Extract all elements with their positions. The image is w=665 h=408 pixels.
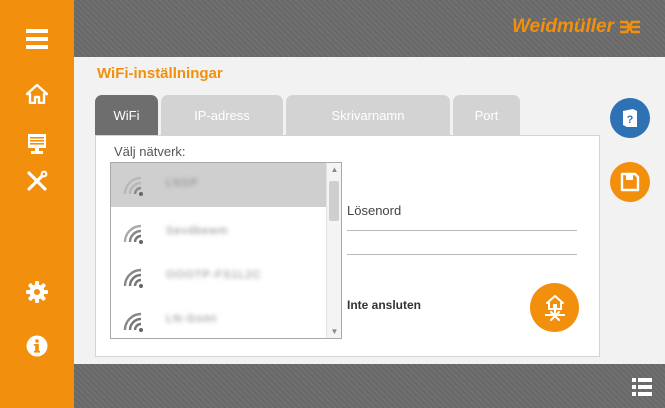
list-menu-icon[interactable] [632,378,652,396]
scrollbar-thumb[interactable] [329,181,339,221]
menu-button[interactable] [0,19,74,59]
password-input[interactable] [347,232,577,253]
network-ssid: Sevdbewm [166,225,229,237]
network-item[interactable]: LNSP [111,163,327,207]
info-button[interactable] [0,326,74,366]
tools-icon [27,170,48,191]
help-manual-icon: ? [623,109,637,127]
settings-gear-icon [26,281,48,303]
svg-text:?: ? [627,114,634,126]
wifi-signal-icon [123,224,143,244]
printer-display-icon [28,134,46,154]
network-list-scrollbar[interactable]: ▲ ▼ [326,163,341,338]
save-button[interactable] [610,162,650,202]
wifi-signal-icon [123,176,143,196]
wifi-signal-icon [123,312,143,332]
tab-port[interactable]: Port [453,95,520,135]
settings-button[interactable] [0,272,74,312]
home-button[interactable] [0,74,74,114]
connection-status: Inte ansluten [347,298,422,312]
bottom-bar [74,364,665,408]
network-connect-icon [544,294,565,321]
tools-button[interactable] [0,161,74,201]
sidebar [0,0,74,408]
network-item[interactable]: LN-Gsmt [111,299,327,338]
network-list-label: Välj nätverk: [114,144,186,159]
scroll-up-arrow-icon[interactable]: ▲ [327,165,341,174]
password-label: Lösenord [347,203,402,218]
page-title: WiFi-inställningar [97,65,223,82]
menu-icon [26,29,48,49]
info-icon [26,335,48,357]
printer-display-button[interactable] [0,124,74,164]
save-disk-icon [620,172,640,192]
network-ssid: OOOTP-FS1L2C [166,269,262,281]
network-item[interactable]: Sevdbewm [111,211,327,255]
network-ssid: LN-Gsmt [166,313,217,325]
help-button[interactable]: ? [610,98,650,138]
network-list[interactable]: LNSP Sevdbewm OOOTP-FS1L2C LN-Gsmt ▲ ▼ [110,162,342,339]
network-ssid: LNSP [166,177,199,189]
scroll-down-arrow-icon[interactable]: ▼ [327,327,341,336]
brand-name: Weidmüller [511,16,614,37]
tab-printer-name[interactable]: Skrivarnamn [286,95,450,135]
connect-button[interactable] [530,283,579,332]
tab-ip-address[interactable]: IP-adress [161,95,283,135]
top-bar: Weidmüller [74,0,665,57]
divider [347,230,577,231]
weidmuller-logo-icon [620,20,640,34]
network-item[interactable]: OOOTP-FS1L2C [111,255,327,299]
wifi-signal-icon [123,268,143,288]
password-underline [347,254,577,255]
tab-bar: WiFi IP-adress Skrivarnamn Port [95,95,520,135]
tab-wifi[interactable]: WiFi [95,95,158,135]
home-icon [26,84,48,104]
brand-logo: Weidmüller [512,16,641,38]
